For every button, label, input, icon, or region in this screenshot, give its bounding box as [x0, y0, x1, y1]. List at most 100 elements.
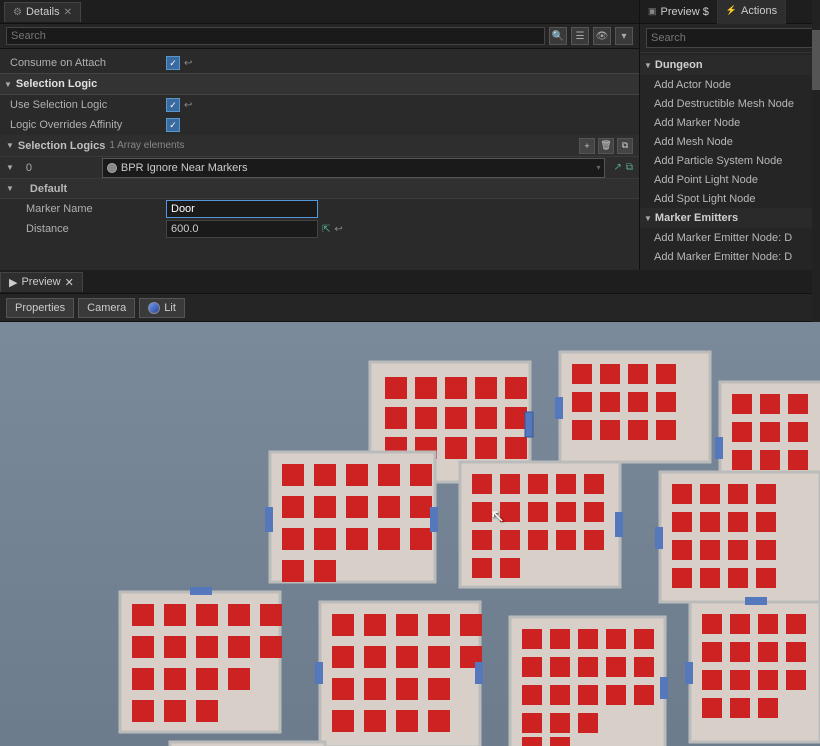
use-selection-logic-row: Use Selection Logic ✓ ↩ — [0, 95, 639, 115]
preview-tab[interactable]: ▣ Preview $ — [640, 0, 718, 24]
marker-name-label: Marker Name — [6, 203, 166, 215]
dungeon-group-header[interactable]: ▼ Dungeon — [640, 55, 820, 75]
selection-logic-header[interactable]: ▼ Selection Logic — [0, 73, 639, 95]
details-tab-label: Details — [26, 6, 60, 18]
actions-search-bar — [640, 24, 820, 53]
add-spot-light-node-item[interactable]: Add Spot Light Node — [640, 189, 820, 208]
selection-logic-label: Selection Logic — [16, 78, 97, 90]
add-destructible-mesh-node-item[interactable]: Add Destructible Mesh Node — [640, 94, 820, 113]
details-search-input[interactable] — [6, 27, 545, 45]
add-particle-system-node-item[interactable]: Add Particle System Node — [640, 151, 820, 170]
search-icon[interactable]: 🔍 — [549, 27, 567, 45]
list-view-icon[interactable]: ☰ — [571, 27, 589, 45]
link-icon[interactable]: ↗ — [613, 162, 621, 173]
scene-background: ↖ — [0, 322, 820, 746]
add-marker-emitter-1-item[interactable]: Add Marker Emitter Node: D — [640, 228, 820, 247]
duplicate-array-item-button[interactable]: ⧉ — [617, 138, 633, 154]
add-destructible-mesh-node-label: Add Destructible Mesh Node — [654, 98, 794, 110]
add-particle-system-node-label: Add Particle System Node — [654, 155, 782, 167]
delete-array-item-button[interactable]: 🗑 — [598, 138, 614, 154]
default-sub-header[interactable]: ▼ Default — [0, 179, 639, 199]
index-zero-row: ▼ 0 BPR Ignore Near Markers ▾ ↗ ⧉ — [0, 157, 639, 179]
circle-indicator — [107, 163, 117, 173]
preview-panel-tab[interactable]: ▶ Preview ✕ — [0, 272, 83, 292]
add-point-light-node-label: Add Point Light Node — [654, 174, 758, 186]
distance-label: Distance — [6, 223, 166, 235]
preview-close-icon[interactable]: ✕ — [65, 276, 74, 289]
use-selection-checkbox[interactable]: ✓ — [166, 98, 180, 112]
logic-overrides-label: Logic Overrides Affinity — [6, 119, 166, 131]
details-panel: ⚙ Details ✕ 🔍 ☰ 👁 ▾ Consume on Attach ✓ … — [0, 0, 640, 270]
logic-overrides-value: ✓ — [166, 118, 633, 132]
actions-tab[interactable]: ⚡ Actions — [718, 0, 786, 24]
dropdown-arrow-icon[interactable]: ▾ — [615, 27, 633, 45]
actions-panel: ▣ Preview $ ⚡ Actions ▼ Dungeon Add Acto… — [640, 0, 820, 270]
preview-viewport[interactable]: ↖ — [0, 322, 820, 746]
consume-checkbox[interactable]: ✓ — [166, 56, 180, 70]
add-marker-node-label: Add Marker Node — [654, 117, 740, 129]
details-tab-icon: ⚙ — [13, 7, 22, 18]
add-actor-node-item[interactable]: Add Actor Node — [640, 75, 820, 94]
selection-logic-triangle: ▼ — [4, 80, 12, 89]
preview-tab-bar: ▶ Preview ✕ — [0, 270, 820, 294]
selection-logics-triangle: ▼ — [6, 141, 14, 150]
actions-tab-label: Actions — [741, 5, 777, 17]
selection-logics-header: ▼ Selection Logics 1 Array elements + 🗑 … — [0, 135, 639, 157]
array-actions: + 🗑 ⧉ — [579, 138, 633, 154]
lit-button[interactable]: Lit — [139, 298, 185, 318]
preview-tab-label: Preview $ — [661, 6, 709, 18]
add-point-light-node-item[interactable]: Add Point Light Node — [640, 170, 820, 189]
preview-panel-tab-label: Preview — [21, 276, 60, 288]
marker-name-input[interactable] — [166, 200, 318, 218]
selection-logics-label: Selection Logics — [18, 140, 105, 152]
preview-section: ▶ Preview ✕ Properties Camera Lit — [0, 270, 820, 746]
properties-button[interactable]: Properties — [6, 298, 74, 318]
details-content: Consume on Attach ✓ ↩ ▼ Selection Logic … — [0, 49, 639, 270]
details-tab[interactable]: ⚙ Details ✕ — [4, 2, 81, 22]
lit-label: Lit — [164, 302, 176, 314]
lit-circle-icon — [148, 302, 160, 314]
preview-tab-icon: ▣ — [648, 6, 657, 17]
actions-list: ▼ Dungeon Add Actor Node Add Destructibl… — [640, 53, 820, 270]
consume-on-attach-label: Consume on Attach — [6, 57, 166, 69]
marker-emitters-group-header[interactable]: ▼ Marker Emitters — [640, 208, 820, 228]
add-mesh-node-item[interactable]: Add Mesh Node — [640, 132, 820, 151]
add-spot-light-node-label: Add Spot Light Node — [654, 193, 756, 205]
camera-button[interactable]: Camera — [78, 298, 135, 318]
index-label: 0 — [18, 162, 98, 174]
default-triangle: ▼ — [6, 184, 14, 193]
duplicate-icon[interactable]: ⧉ — [626, 162, 633, 173]
distance-reset-icon[interactable]: ↩ — [334, 224, 342, 235]
distance-link-icon[interactable]: ⇱ — [322, 224, 330, 235]
add-marker-node-item[interactable]: Add Marker Node — [640, 113, 820, 132]
marker-name-row: Marker Name — [0, 199, 639, 219]
marker-name-value — [166, 200, 633, 218]
marker-emitters-group-label: Marker Emitters — [655, 212, 738, 224]
actions-search-input[interactable] — [646, 28, 814, 48]
preview-toolbar: Properties Camera Lit — [0, 294, 820, 322]
dropdown-arrow: ▾ — [596, 163, 600, 172]
scene-svg: ↖ — [0, 322, 820, 746]
add-marker-emitter-1-label: Add Marker Emitter Node: D — [654, 232, 792, 244]
dungeon-triangle: ▼ — [644, 61, 652, 70]
details-close-icon[interactable]: ✕ — [64, 7, 72, 18]
marker-emitters-triangle: ▼ — [644, 214, 652, 223]
details-tab-bar: ⚙ Details ✕ — [0, 0, 639, 24]
distance-input[interactable] — [166, 220, 318, 238]
consume-reset-icon[interactable]: ↩ — [184, 58, 192, 69]
dungeon-group-label: Dungeon — [655, 59, 703, 71]
index-triangle: ▼ — [6, 163, 14, 172]
preview-panel-tab-icon: ▶ — [9, 276, 17, 289]
cursor: ↖ — [490, 506, 505, 526]
default-label: Default — [18, 183, 67, 195]
distance-row: Distance ⇱ ↩ — [0, 219, 639, 239]
dropdown-select[interactable]: BPR Ignore Near Markers ▾ — [102, 158, 606, 178]
use-selection-reset-icon[interactable]: ↩ — [184, 100, 192, 111]
logic-overrides-checkbox[interactable]: ✓ — [166, 118, 180, 132]
add-array-item-button[interactable]: + — [579, 138, 595, 154]
add-marker-emitter-2-item[interactable]: Add Marker Emitter Node: D — [640, 247, 820, 266]
details-search-bar: 🔍 ☰ 👁 ▾ — [0, 24, 639, 49]
eye-icon[interactable]: 👁 — [593, 27, 611, 45]
actions-tab-icon: ⚡ — [726, 5, 737, 16]
add-marker-emitter-2-label: Add Marker Emitter Node: D — [654, 251, 792, 263]
